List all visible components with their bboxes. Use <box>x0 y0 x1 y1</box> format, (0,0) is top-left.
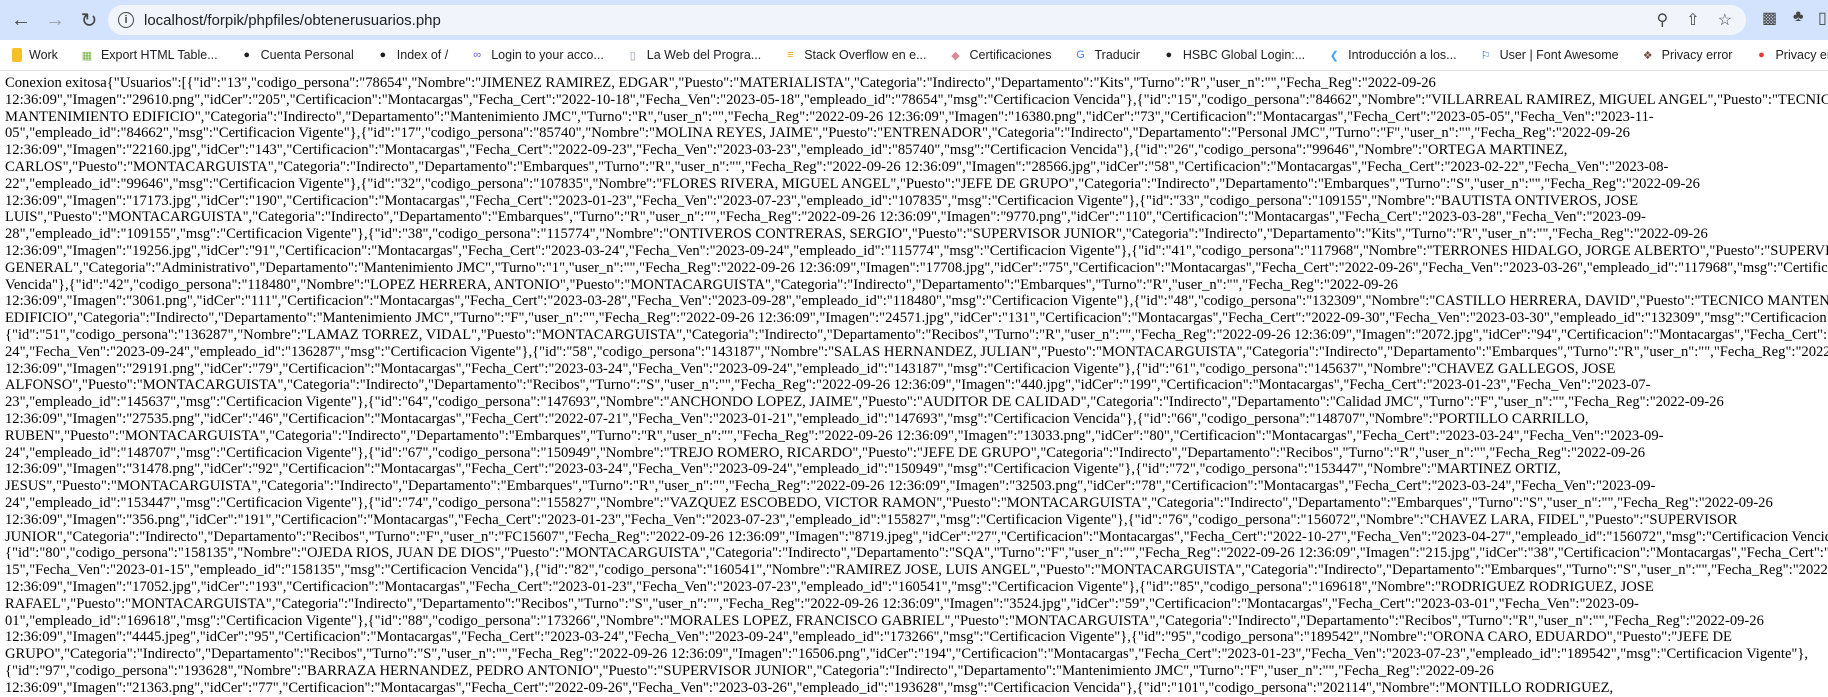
response-text-line: MANTENIMIENTO EDIFICIO","Categoria":"Ind… <box>5 108 1654 125</box>
response-text-line: 12:36:09","Imagen":"27535.png","idCer":"… <box>5 410 1589 427</box>
info-icon[interactable]: i <box>118 12 134 28</box>
bookmark-label: Traducir <box>1094 48 1140 62</box>
bookmark-label: HSBC Global Login:... <box>1182 48 1306 62</box>
back-arrow-icon[interactable]: ← <box>8 7 34 33</box>
response-text-line: LUIS","Puesto":"MONTACARGUISTA","Categor… <box>5 209 1646 226</box>
cert-icon: ◆ <box>951 49 960 62</box>
response-text-line: 05","empleado_id":"84662","msg":"Certifi… <box>5 125 1630 142</box>
page-icon: ▯ <box>629 49 636 62</box>
bookmark-label: Cuenta Personal <box>260 48 354 62</box>
response-text-line: RUBEN","Puesto":"MONTACARGUISTA","Catego… <box>5 427 1664 444</box>
response-text-line: GENERAL","Categoria":"Administrativo","D… <box>5 259 1828 276</box>
bookmark-item[interactable]: ❖ Privacy error <box>1641 48 1733 62</box>
bookmark-label: Work <box>29 48 58 62</box>
response-text-line: 01","empleado_id":"169618","msg":"Certif… <box>5 612 1764 629</box>
response-text-line: 12:36:09","Imagen":"4445.jpeg","idCer":"… <box>5 629 1732 646</box>
response-text-line: 12:36:09","Imagen":"29610.png","idCer":"… <box>5 91 1828 108</box>
stackoverflow-icon: ≡ <box>787 49 794 61</box>
bookmark-item[interactable]: ● Index of / <box>376 48 448 62</box>
browser-toolbar: ← → ↻ i localhost/forpik/phpfiles/obtene… <box>0 0 1828 40</box>
response-text-line: GRUPO","Categoria":"Indirecto","Departam… <box>5 646 1809 663</box>
infinity-icon: ∞ <box>473 49 482 61</box>
response-text-line: Vencida"},{"id":"42","codigo_persona":"1… <box>5 276 1398 293</box>
response-text-line: EDIFICIO","Categoria":"Indirecto","Depar… <box>5 310 1828 327</box>
response-text-line: 12:36:09","Imagen":"19256.jpg","idCer":"… <box>5 242 1828 259</box>
share-icon[interactable]: ⇧ <box>1686 10 1699 30</box>
response-text-line: JESUS","Puesto":"MONTACARGUISTA","Catego… <box>5 478 1656 495</box>
bookmarks-bar: Work ▦ Export HTML Table... ● Cuenta Persona… <box>0 40 1828 71</box>
response-text-line: ALFONSO","Puesto":"MONTACARGUISTA","Cate… <box>5 377 1651 394</box>
bookmark-item[interactable]: ● Privacy error <box>1754 48 1828 62</box>
star-icon[interactable]: ☆ <box>1718 10 1732 30</box>
globe-icon: ● <box>1165 49 1173 61</box>
response-text-line: 12:36:09","Imagen":"31478.png","idCer":"… <box>5 461 1561 478</box>
bookmark-label: Stack Overflow en e... <box>804 48 927 62</box>
bookmark-item[interactable]: G Traducir <box>1073 48 1140 62</box>
forward-arrow-icon[interactable]: → <box>42 7 68 33</box>
url-path: /forpik/phpfiles/obtenerusuarios.php <box>203 11 441 29</box>
url-text[interactable]: localhost/forpik/phpfiles/obtenerusuario… <box>144 12 441 29</box>
bookmark-label: User | Font Awesome <box>1499 48 1619 62</box>
chrome-icon: ● <box>1758 49 1765 61</box>
bookmark-label: Privacy error <box>1775 48 1828 62</box>
response-text-line: {"id":"51","codigo_persona":"136287","No… <box>5 326 1828 343</box>
response-text-line: 15","Fecha_Ven":"2023-01-15","empleado_i… <box>5 562 1828 579</box>
bookmark-item[interactable]: ◆ Certificaciones <box>949 48 1052 62</box>
reload-icon[interactable]: ↻ <box>76 7 102 33</box>
bookmark-item[interactable]: ⚐ User | Font Awesome <box>1479 48 1619 62</box>
bookmark-label: Privacy error <box>1661 48 1733 62</box>
response-text-line: 12:36:09","Imagen":"29191.png","idCer":"… <box>5 360 1616 377</box>
response-text-line: 12:36:09","Imagen":"17173.jpg","idCer":"… <box>5 192 1639 209</box>
bookmark-item[interactable]: ❮ Introducción a los... <box>1327 48 1457 62</box>
response-text-line: 12:36:09","Imagen":"3061.png","idCer":"1… <box>5 293 1828 310</box>
folder-icon <box>12 48 22 62</box>
github-icon: ● <box>243 49 250 61</box>
bookmark-item[interactable]: ▯ La Web del Progra... <box>626 48 761 62</box>
page-content: Conexion exitosa{"Usuarios":[{"id":"13",… <box>5 75 1828 696</box>
response-text-line: 24","Fecha_Ven":"2023-09-24","empleado_i… <box>5 343 1828 360</box>
bookmark-item[interactable]: ∞ Login to your acco... <box>470 48 604 62</box>
response-text-line: 12:36:09","Imagen":"356.png","idCer":"19… <box>5 511 1738 528</box>
extension-icon[interactable]: ▩ <box>1762 8 1777 28</box>
response-text-line: JUNIOR","Categoria":"Indirecto","Departa… <box>5 528 1828 545</box>
bookmark-label: Export HTML Table... <box>100 48 218 62</box>
response-text-line: 24","empleado_id":"148707","msg":"Certif… <box>5 444 1645 461</box>
puzzle-icon[interactable]: ♣ <box>1793 8 1804 26</box>
bookmark-item[interactable]: ● HSBC Global Login:... <box>1162 48 1306 62</box>
url-host: localhost <box>144 11 204 29</box>
bookmark-label: Certificaciones <box>969 48 1052 62</box>
bookmark-item[interactable]: Work <box>12 48 58 62</box>
response-text-line: {"id":"97","codigo_persona":"193628","No… <box>5 662 1494 679</box>
address-bar[interactable]: i localhost/forpik/phpfiles/obtenerusuar… <box>108 5 1746 35</box>
response-text-line: CARLOS","Puesto":"MONTACARGUISTA","Categ… <box>5 158 1669 175</box>
response-text-line: 28","empleado_id":"109155","msg":"Certif… <box>5 226 1708 243</box>
response-text-line: 12:36:09","Imagen":"22160.jpg","idCer":"… <box>5 142 1568 159</box>
brave-icon: ❖ <box>1642 49 1653 62</box>
sidebar-icon[interactable]: ▯ <box>1818 8 1827 28</box>
table-icon: ▦ <box>81 49 93 62</box>
bookmark-label: Index of / <box>396 48 449 62</box>
response-text-line: 24","empleado_id":"153447","msg":"Certif… <box>5 494 1773 511</box>
response-text-line: 12:36:09","Imagen":"17052.jpg","idCer":"… <box>5 578 1654 595</box>
bookmark-label: Introducción a los... <box>1348 48 1457 62</box>
response-text-line: 12:36:09","Imagen":"21363.png","idCer":"… <box>5 679 1614 696</box>
response-text-line: {"id":"80","codigo_persona":"158135","No… <box>5 545 1828 562</box>
response-text-line: RAFAEL","Puesto":"MONTACARGUISTA","Categ… <box>5 595 1639 612</box>
bookmark-label: Login to your acco... <box>491 48 604 62</box>
response-text-line: 23","empleado_id":"145637","msg":"Certif… <box>5 394 1724 411</box>
response-text-line: Conexion exitosa{"Usuarios":[{"id":"13",… <box>5 75 1436 91</box>
bookmark-item[interactable]: ● Cuenta Personal <box>240 48 354 62</box>
flutter-icon: ❮ <box>1329 49 1339 62</box>
bookmark-label: La Web del Progra... <box>646 48 762 62</box>
zoom-icon[interactable]: ⚲ <box>1657 10 1669 30</box>
translate-icon: G <box>1076 49 1085 61</box>
bookmark-item[interactable]: ≡ Stack Overflow en e... <box>783 48 927 62</box>
response-text-line: 22","empleado_id":"99646","msg":"Certifi… <box>5 175 1700 192</box>
globe-icon: ● <box>379 49 387 61</box>
flag-icon: ⚐ <box>1480 49 1491 62</box>
bookmark-item[interactable]: ▦ Export HTML Table... <box>80 48 218 62</box>
